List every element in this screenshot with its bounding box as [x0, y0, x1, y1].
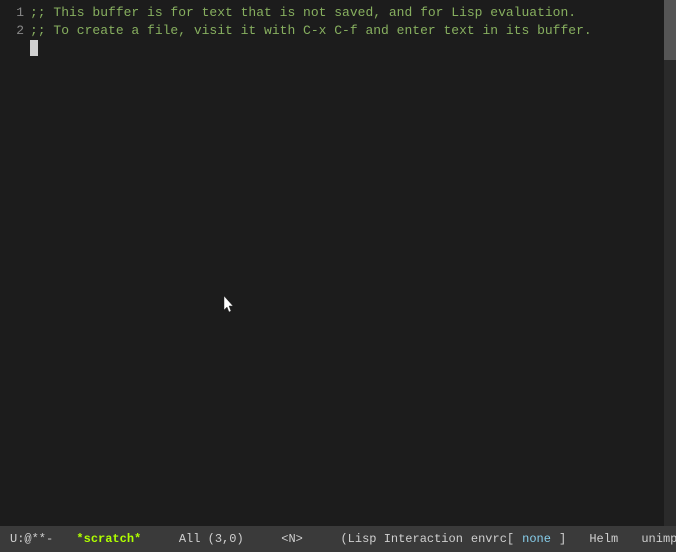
line-text-1: ;; This buffer is for text that is not s…: [30, 4, 576, 22]
status-mode: (Lisp Interaction: [336, 526, 466, 552]
cursor-line: [6, 40, 658, 56]
line-content[interactable]: 1 ;; This buffer is for text that is not…: [0, 0, 664, 526]
text-cursor: [30, 40, 38, 56]
status-spacer-2: [145, 526, 175, 552]
status-spacer-6: [622, 526, 637, 552]
status-spacer-1: [57, 526, 72, 552]
editor-line-1: 1 ;; This buffer is for text that is not…: [6, 4, 658, 22]
scrollbar[interactable]: [664, 0, 676, 526]
status-ug: U:@**-: [6, 526, 57, 552]
editor-line-2: 2 ;; To create a file, visit it with C-x…: [6, 22, 658, 40]
status-spacer-5: [570, 526, 585, 552]
line-number-2: 2: [6, 22, 24, 40]
status-buffer-name[interactable]: *scratch*: [72, 526, 145, 552]
scrollbar-thumb[interactable]: [664, 0, 676, 60]
status-env-label: envrc[: [467, 526, 518, 552]
status-env-close: ]: [555, 526, 570, 552]
status-unimp: unimp: [637, 526, 676, 552]
status-spacer-3: [248, 526, 278, 552]
line-text-2: ;; To create a file, visit it with C-x C…: [30, 22, 592, 40]
mouse-pointer: [224, 296, 236, 314]
line-number-1: 1: [6, 4, 24, 22]
editor-area[interactable]: 1 ;; This buffer is for text that is not…: [0, 0, 676, 526]
status-env-value: none: [518, 526, 555, 552]
status-narrow: <N>: [277, 526, 307, 552]
status-helm: Helm: [585, 526, 622, 552]
status-spacer-4: [307, 526, 337, 552]
status-position: All (3,0): [175, 526, 248, 552]
status-bar: U:@**- *scratch* All (3,0) <N> (Lisp Int…: [0, 526, 676, 552]
